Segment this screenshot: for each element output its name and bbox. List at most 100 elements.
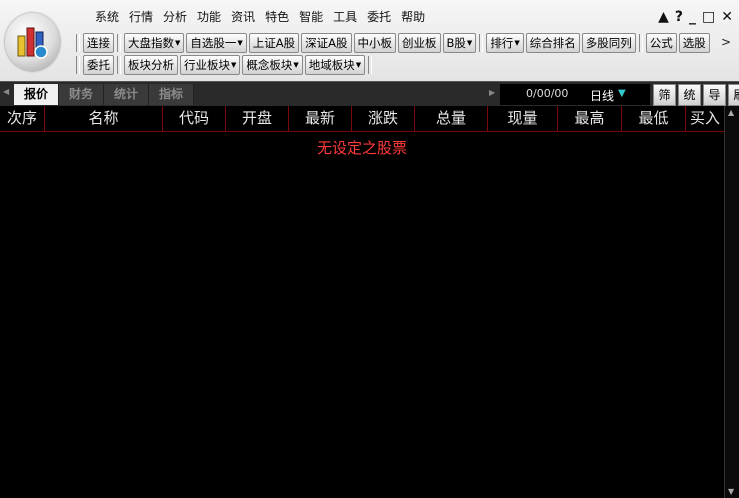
toolbar-main: 连接 大盘指数 ▼ 自选股一 ▼ 上证A股 深证A股 中小板 创业板 B股 ▼ 排行 ▼… bbox=[74, 32, 711, 54]
toolbar-divider bbox=[117, 56, 121, 74]
tab-list: 报价 财务 统计 指标 bbox=[14, 84, 194, 105]
tab-strip: ◀ 报价 财务 统计 指标 ▶ 0/00/00 日线 ▼ 筛 统 导 刷 bbox=[0, 81, 739, 107]
tab-financials[interactable]: 财务 bbox=[59, 84, 104, 105]
connect-label: 连接 bbox=[87, 36, 110, 50]
column-header-bid[interactable]: 买入 bbox=[686, 106, 724, 131]
multi-stock-button[interactable]: 多股同列 bbox=[581, 33, 636, 53]
sz-a-label: 深证A股 bbox=[305, 36, 348, 50]
quick-action-buttons: 筛 统 导 刷 bbox=[653, 84, 739, 106]
column-header-code[interactable]: 代码 bbox=[163, 106, 226, 131]
column-header-low[interactable]: 最低 bbox=[622, 106, 686, 131]
period-select[interactable]: 日线 bbox=[590, 87, 614, 104]
dropdown-arrow-icon: ▼ bbox=[355, 61, 362, 69]
tab-quotes[interactable]: 报价 bbox=[14, 84, 59, 105]
help-icon[interactable]: ? bbox=[675, 8, 683, 26]
connect-button[interactable]: 连接 bbox=[83, 33, 114, 53]
stock-picker-button[interactable]: 选股 bbox=[678, 33, 710, 53]
scroll-right-icon[interactable]: ▶ bbox=[489, 88, 495, 97]
scroll-left-icon[interactable]: ◀ bbox=[3, 87, 9, 96]
ranking-button[interactable]: 排行 ▼ bbox=[486, 33, 524, 53]
period-dropdown-icon[interactable]: ▼ bbox=[618, 88, 626, 99]
market-index-button[interactable]: 大盘指数 ▼ bbox=[124, 33, 185, 53]
sz-a-button[interactable]: 深证A股 bbox=[301, 33, 352, 53]
region-sector-label: 地域板块 bbox=[308, 58, 355, 72]
multi-stock-label: 多股同列 bbox=[585, 36, 632, 50]
comprehensive-rank-label: 综合排名 bbox=[529, 36, 576, 50]
vertical-scrollbar[interactable]: ▲ ▼ bbox=[724, 106, 739, 498]
market-index-label: 大盘指数 bbox=[128, 36, 174, 50]
b-shares-label: B股 bbox=[446, 36, 466, 50]
menu-smart[interactable]: 智能 bbox=[294, 8, 328, 26]
sh-a-label: 上证A股 bbox=[252, 36, 296, 50]
toolbar-sectors: 委托 板块分析 行业板块 ▼ 概念板块 ▼ 地域板块 ▼ bbox=[74, 54, 374, 76]
menu-analysis[interactable]: 分析 bbox=[158, 8, 192, 26]
tab-indicators[interactable]: 指标 bbox=[149, 84, 194, 105]
ranking-label: 排行 bbox=[490, 36, 514, 50]
formula-button[interactable]: 公式 bbox=[645, 33, 677, 53]
my-stocks-label: 自选股一 bbox=[190, 36, 237, 50]
entrust-label: 委托 bbox=[87, 58, 110, 72]
toolbar-divider bbox=[479, 34, 484, 52]
column-header-latest[interactable]: 最新 bbox=[289, 106, 352, 131]
concept-sector-button[interactable]: 概念板块 ▼ bbox=[242, 55, 303, 75]
date-display: 0/00/00 bbox=[526, 87, 569, 100]
refresh-button[interactable]: 刷 bbox=[728, 84, 739, 106]
column-header-open[interactable]: 开盘 bbox=[226, 106, 289, 131]
menu-system[interactable]: 系统 bbox=[90, 8, 124, 26]
export-button[interactable]: 导 bbox=[703, 84, 726, 106]
column-header-rank[interactable]: 次序 bbox=[0, 106, 45, 131]
close-icon[interactable]: ✕ bbox=[721, 8, 733, 26]
menu-help[interactable]: 帮助 bbox=[396, 8, 430, 26]
toolbar-divider bbox=[76, 34, 80, 52]
sector-analysis-label: 板块分析 bbox=[128, 58, 174, 72]
toolbar-divider bbox=[76, 56, 80, 74]
date-period-box: 0/00/00 日线 ▼ bbox=[500, 84, 650, 105]
column-header-high[interactable]: 最高 bbox=[558, 106, 622, 131]
toolbar-divider bbox=[638, 34, 643, 52]
scroll-down-icon[interactable]: ▼ bbox=[728, 487, 734, 496]
dropdown-arrow-icon: ▼ bbox=[466, 39, 473, 47]
menu-features[interactable]: 特色 bbox=[260, 8, 294, 26]
column-header-name[interactable]: 名称 bbox=[45, 106, 163, 131]
dropdown-arrow-icon: ▼ bbox=[514, 39, 520, 47]
menu-info[interactable]: 资讯 bbox=[226, 8, 260, 26]
toolbar-more-icon[interactable]: > bbox=[721, 35, 731, 49]
sh-a-button[interactable]: 上证A股 bbox=[248, 33, 300, 53]
my-stocks-button[interactable]: 自选股一 ▼ bbox=[186, 33, 247, 53]
sme-button[interactable]: 中小板 bbox=[353, 33, 397, 53]
quote-table-header: 次序 名称 代码 开盘 最新 涨跌 总量 现量 最高 最低 买入 bbox=[0, 106, 724, 132]
app-header: 系统 行情 分析 功能 资讯 特色 智能 工具 委托 帮助 ▲ ? _ □ ✕ … bbox=[0, 0, 739, 81]
menu-entrust[interactable]: 委托 bbox=[362, 8, 396, 26]
stock-picker-label: 选股 bbox=[682, 36, 706, 50]
b-shares-button[interactable]: B股 ▼ bbox=[442, 33, 477, 53]
dropdown-arrow-icon: ▼ bbox=[175, 39, 181, 47]
entrust-button[interactable]: 委托 bbox=[83, 55, 114, 75]
menu-tools[interactable]: 工具 bbox=[328, 8, 362, 26]
gem-label: 创业板 bbox=[402, 36, 437, 50]
column-header-change[interactable]: 涨跌 bbox=[352, 106, 415, 131]
restore-icon[interactable]: ▲ bbox=[658, 8, 669, 26]
column-header-current-volume[interactable]: 现量 bbox=[488, 106, 558, 131]
tab-statistics[interactable]: 统计 bbox=[104, 84, 149, 105]
toolbar-divider bbox=[368, 56, 373, 74]
sector-analysis-button[interactable]: 板块分析 bbox=[124, 55, 178, 75]
column-header-volume[interactable]: 总量 bbox=[415, 106, 488, 131]
dropdown-arrow-icon: ▼ bbox=[237, 39, 243, 47]
minimize-icon[interactable]: _ bbox=[689, 8, 696, 26]
menu-functions[interactable]: 功能 bbox=[192, 8, 226, 26]
comprehensive-rank-button[interactable]: 综合排名 bbox=[525, 33, 580, 53]
app-logo[interactable] bbox=[5, 13, 60, 71]
industry-sector-button[interactable]: 行业板块 ▼ bbox=[180, 55, 241, 75]
dropdown-arrow-icon: ▼ bbox=[231, 61, 237, 69]
maximize-icon[interactable]: □ bbox=[702, 8, 715, 26]
filter-button[interactable]: 筛 bbox=[653, 84, 676, 106]
stats-button[interactable]: 统 bbox=[678, 84, 701, 106]
window-controls: ▲ ? _ □ ✕ bbox=[658, 8, 733, 26]
scroll-up-icon[interactable]: ▲ bbox=[728, 108, 734, 117]
industry-sector-label: 行业板块 bbox=[184, 58, 230, 72]
menu-quotes[interactable]: 行情 bbox=[124, 8, 158, 26]
region-sector-button[interactable]: 地域板块 ▼ bbox=[304, 55, 366, 75]
gem-button[interactable]: 创业板 bbox=[398, 33, 441, 53]
menu-bar: 系统 行情 分析 功能 资讯 特色 智能 工具 委托 帮助 bbox=[90, 8, 430, 26]
chart-logo-icon bbox=[17, 27, 48, 59]
